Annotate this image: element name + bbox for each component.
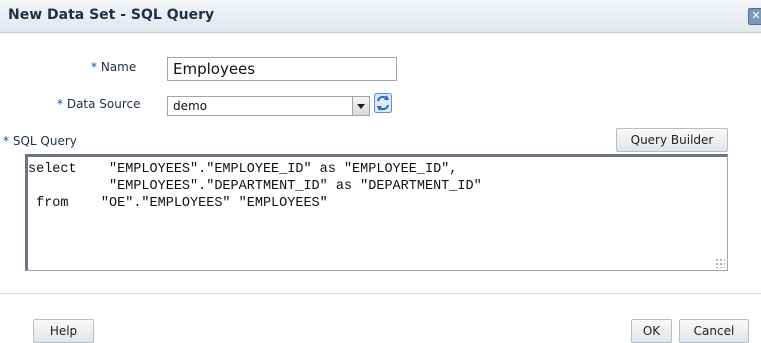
name-label-group: * Name (91, 60, 136, 74)
refresh-icon[interactable] (374, 93, 392, 113)
required-marker: * (91, 60, 97, 74)
query-builder-button[interactable]: Query Builder (616, 128, 728, 152)
sql-query-label: SQL Query (12, 134, 77, 148)
help-button[interactable]: Help (33, 319, 94, 343)
chevron-down-icon[interactable] (352, 97, 369, 115)
name-label: Name (100, 60, 137, 74)
dialog-footer: Help OK Cancel (0, 293, 761, 343)
ok-button[interactable]: OK (631, 319, 672, 343)
datasource-label-group: * Data Source (57, 97, 141, 111)
sql-query-textarea[interactable]: select "EMPLOYEES"."EMPLOYEE_ID" as "EMP… (25, 154, 728, 271)
cancel-button[interactable]: Cancel (679, 319, 749, 343)
dialog-titlebar[interactable]: New Data Set - SQL Query ✕ (0, 0, 761, 33)
resize-handle[interactable] (715, 258, 725, 268)
new-data-set-dialog: New Data Set - SQL Query ✕ * Name Employ… (0, 0, 761, 343)
sql-label-group: * SQL Query (3, 134, 77, 148)
dialog-title: New Data Set - SQL Query (8, 7, 215, 23)
required-marker: * (3, 134, 9, 148)
required-marker: * (57, 97, 63, 111)
close-icon[interactable]: ✕ (748, 8, 761, 25)
datasource-selected-value: demo (173, 99, 208, 113)
sql-query-text: select "EMPLOYEES"."EMPLOYEE_ID" as "EMP… (28, 162, 482, 211)
name-input[interactable]: Employees (167, 57, 397, 81)
datasource-label: Data Source (66, 97, 141, 111)
datasource-select[interactable]: demo (167, 96, 370, 116)
